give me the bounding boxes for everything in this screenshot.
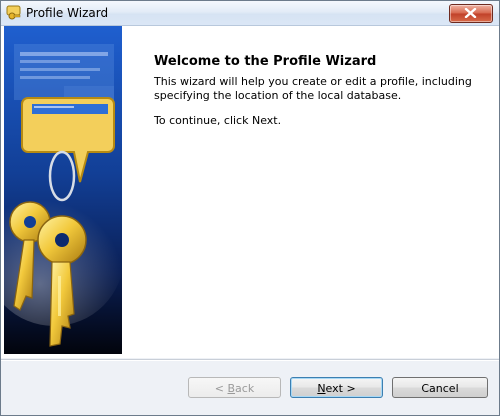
wizard-body: Welcome to the Profile Wizard This wizar… <box>1 26 499 358</box>
button-separator <box>1 359 499 361</box>
next-button[interactable]: Next > <box>290 377 383 398</box>
wizard-content: Welcome to the Profile Wizard This wizar… <box>132 26 492 356</box>
keys-illustration-icon <box>4 44 122 347</box>
back-button-mnemonic: B <box>227 382 236 395</box>
wizard-side-image <box>4 26 122 354</box>
back-button-prefix: < <box>214 382 228 395</box>
next-button-mnemonic: N <box>317 382 326 395</box>
title-bar[interactable]: Profile Wizard <box>1 1 499 26</box>
wizard-description: This wizard will help you create or edit… <box>154 75 472 102</box>
cancel-button[interactable]: Cancel <box>392 377 488 398</box>
close-icon <box>464 8 477 18</box>
window-title: Profile Wizard <box>26 6 109 20</box>
back-button-label: ack <box>235 382 255 395</box>
next-button-label: ext > <box>325 382 356 395</box>
wizard-keys-icon <box>6 5 22 21</box>
back-button[interactable]: < Back <box>188 377 281 398</box>
close-button[interactable] <box>449 4 493 23</box>
wizard-instruction: To continue, click Next. <box>154 114 282 127</box>
page-title: Welcome to the Profile Wizard <box>154 54 377 69</box>
profile-wizard-window: Profile Wizard Welcome to the Profile Wi… <box>0 0 500 416</box>
